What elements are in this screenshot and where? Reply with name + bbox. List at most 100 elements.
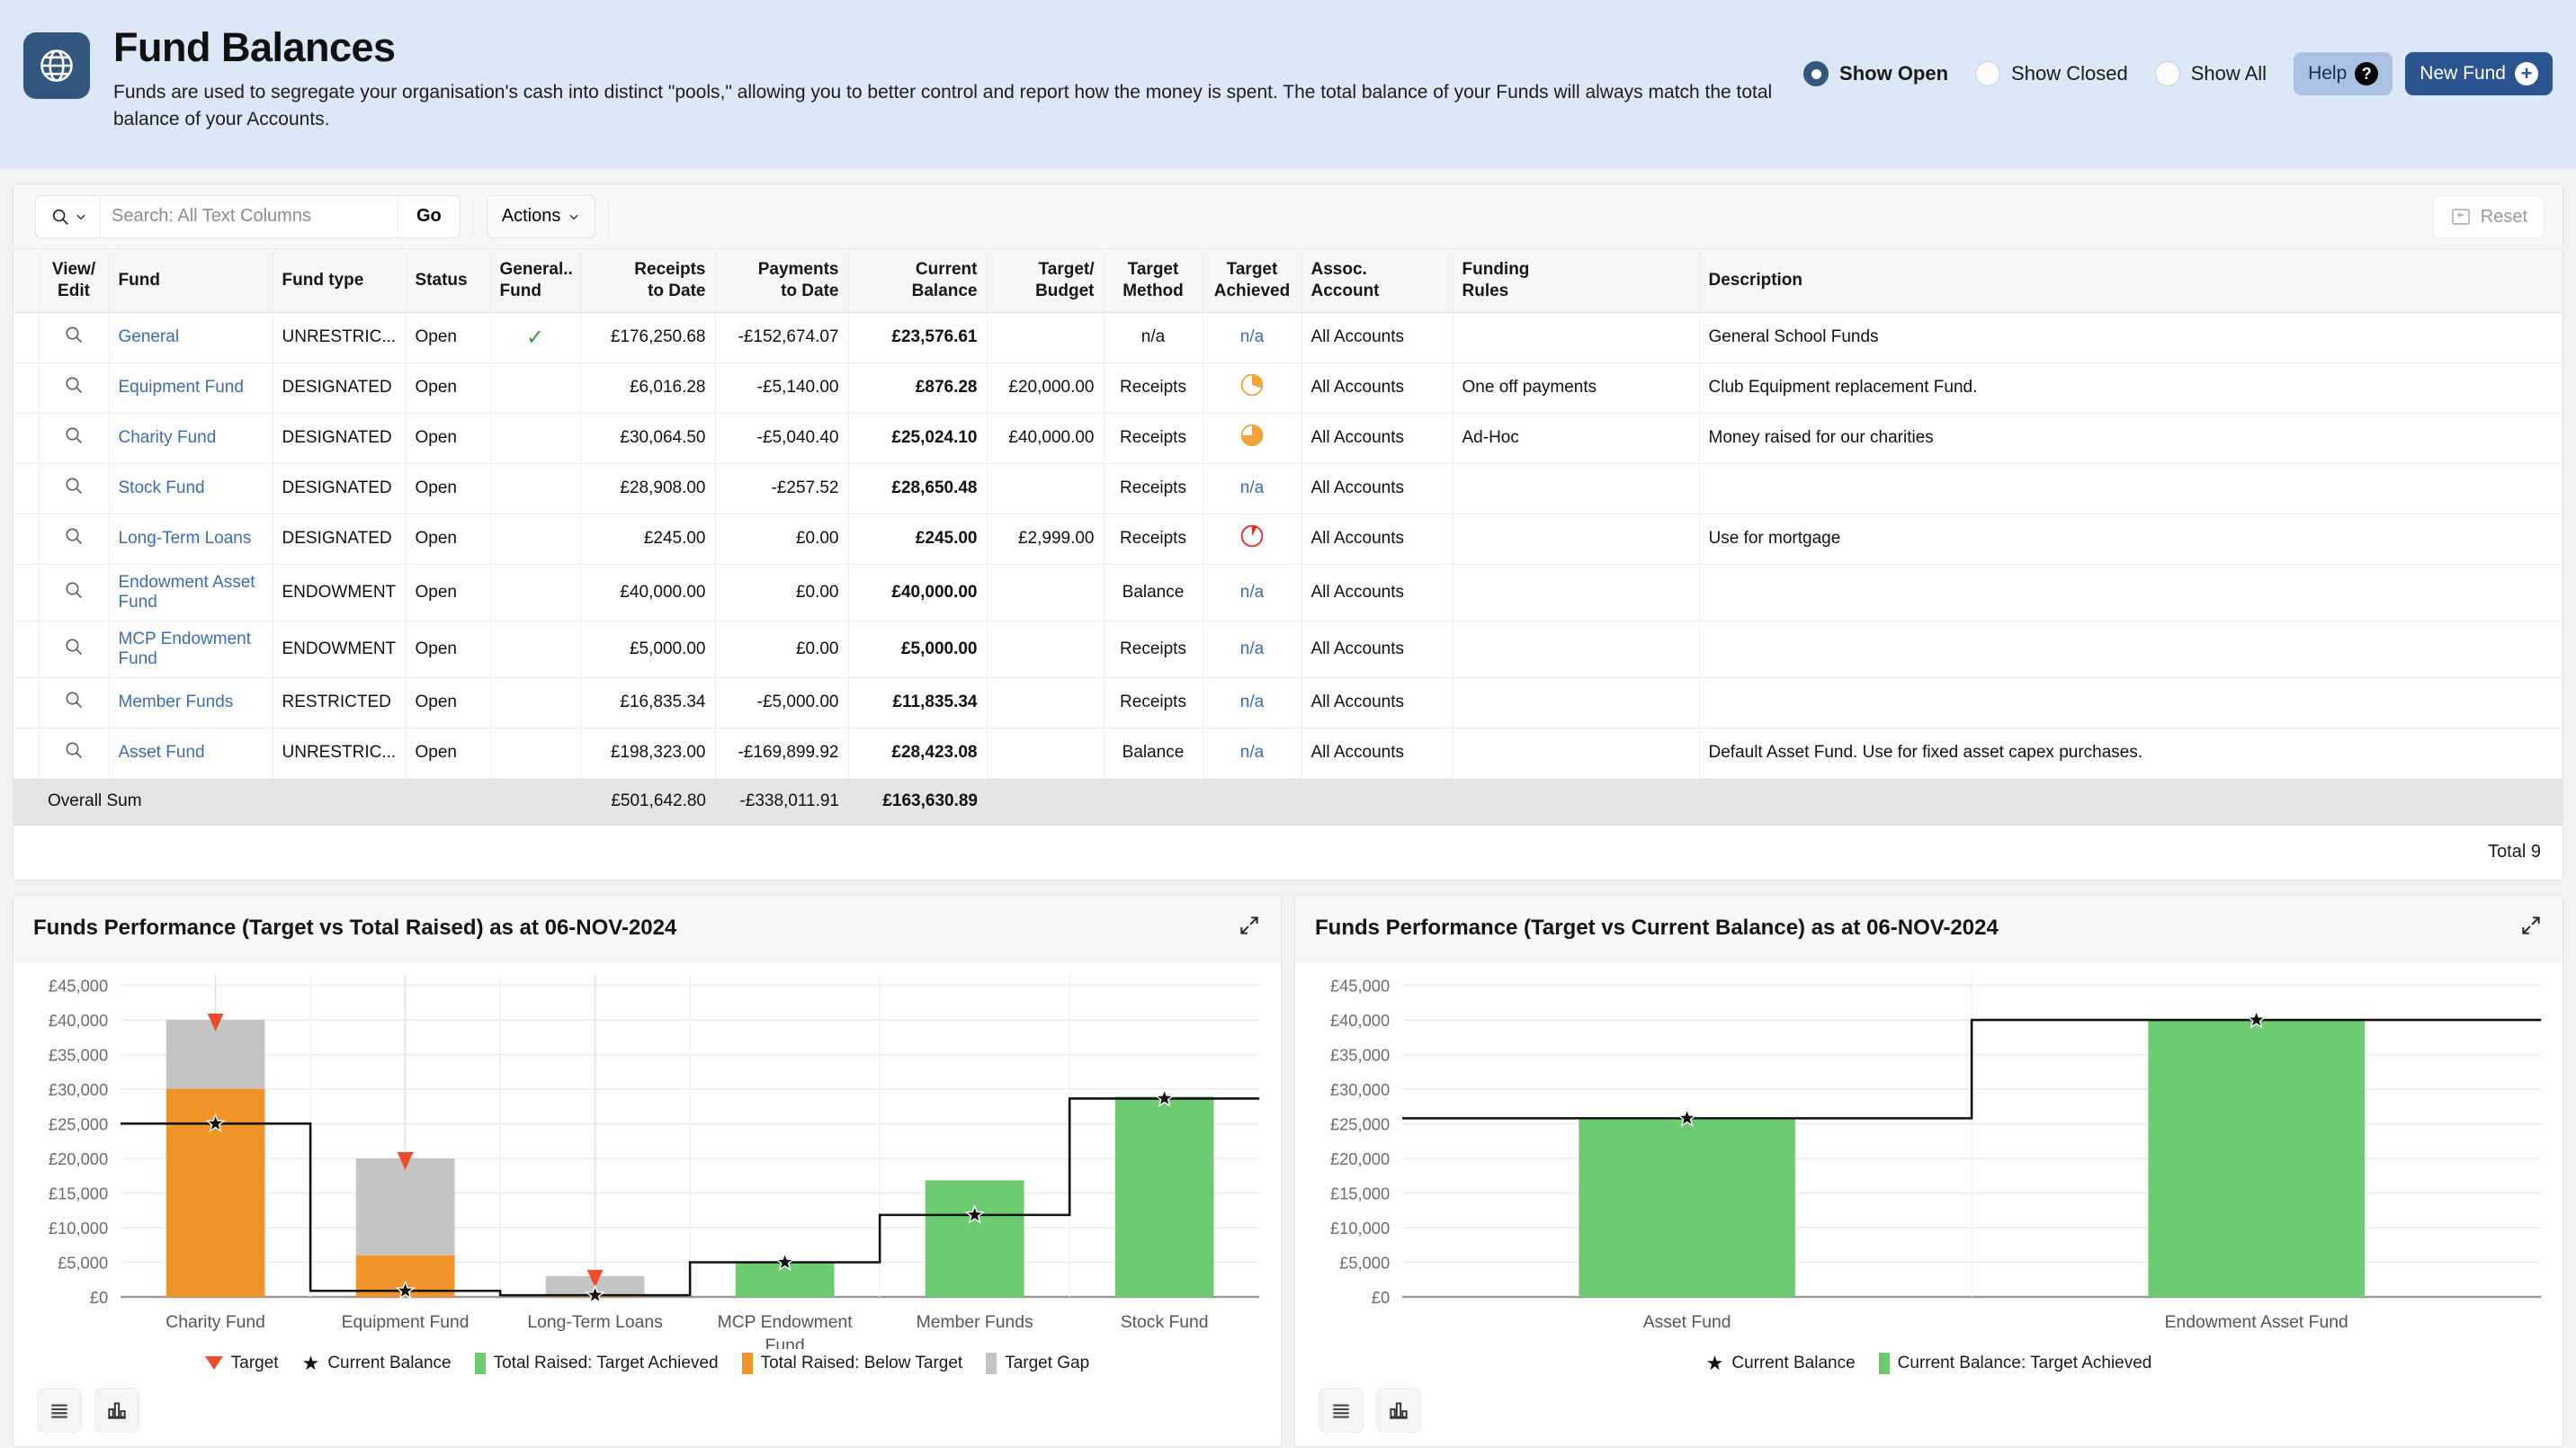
magnifier-icon[interactable] [63,475,85,496]
view-edit-cell[interactable] [39,362,110,414]
view-edit-cell[interactable] [39,514,110,565]
table-row: MCP Endowment Fund ENDOWMENT Open £5,000.00… [13,621,2563,678]
radio-show-all[interactable]: Show All [2154,61,2267,86]
fund-link[interactable]: Member Funds [119,693,234,711]
radio-indicator-open[interactable] [1803,61,1829,86]
legend-item[interactable]: Total Raised: Target Achieved [474,1352,719,1374]
bar-chart-icon[interactable] [1376,1387,1421,1433]
th-funding-rules[interactable]: Funding Rules [1453,249,1700,313]
magnifier-icon[interactable] [63,374,85,396]
fund-cell[interactable]: Member Funds [109,677,273,728]
target-achieved-cell[interactable]: n/a [1203,621,1302,678]
th-description[interactable]: Description [1699,249,2563,313]
fund-cell[interactable]: General [109,312,273,363]
th-target-budget[interactable]: Target/ Budget [987,249,1105,313]
view-edit-cell[interactable] [39,312,110,363]
expand-icon[interactable] [1238,914,1261,943]
target-achieved-cell[interactable]: n/a [1203,312,1302,363]
fund-cell[interactable]: Equipment Fund [109,362,273,414]
fund-cell[interactable]: Stock Fund [109,463,273,514]
fund-link[interactable]: General [119,327,180,346]
view-edit-cell[interactable] [39,677,110,728]
search-column-dropdown[interactable] [36,195,101,237]
fund-link[interactable]: Charity Fund [119,428,217,447]
fund-link[interactable]: Long-Term Loans [119,529,252,548]
magnifier-icon[interactable] [63,425,85,446]
new-fund-button[interactable]: New Fund + [2405,52,2553,95]
magnifier-icon[interactable] [63,739,85,761]
th-view-edit[interactable]: View/ Edit [39,249,110,313]
fund-type-cell: DESIGNATED [273,413,407,464]
fund-cell[interactable]: Charity Fund [109,413,273,464]
th-current-balance[interactable]: Current Balance [848,249,988,313]
view-edit-cell[interactable] [39,413,110,464]
fund-cell[interactable]: Long-Term Loans [109,514,273,565]
view-edit-cell[interactable] [39,564,110,621]
th-assoc-account[interactable]: Assoc. Account [1301,249,1453,313]
th-fund-type[interactable]: Fund type [273,249,407,313]
legend-item[interactable]: Current Balance: Target Achieved [1878,1352,2151,1374]
target-achieved-cell[interactable]: n/a [1203,564,1302,621]
target-achieved-na[interactable]: n/a [1240,478,1264,497]
th-target-achieved[interactable]: Target Achieved [1203,249,1302,313]
magnifier-icon[interactable] [63,636,85,657]
fund-link[interactable]: Asset Fund [119,743,205,762]
magnifier-icon[interactable] [63,579,85,601]
legend-item[interactable]: Target Gap [986,1352,1089,1374]
bar-chart-icon[interactable] [94,1387,139,1433]
th-payments-to-date[interactable]: Payments to Date [715,249,849,313]
chart-footer-right [1295,1374,2563,1446]
legend-item[interactable]: ★ Current Balance [1706,1353,1856,1373]
search-go-button[interactable]: Go [398,195,460,237]
target-achieved-na[interactable]: n/a [1240,327,1264,346]
target-achieved-na[interactable]: n/a [1240,583,1264,602]
general-fund-cell: ✓ [490,312,581,363]
actions-button[interactable]: Actions [486,194,596,238]
th-receipts-to-date[interactable]: Receipts to Date [580,249,716,313]
target-achieved-na[interactable]: n/a [1240,743,1264,762]
expand-icon[interactable] [2519,914,2543,943]
fund-link[interactable]: MCP Endowment Fund [119,630,252,668]
description-cell: General School Funds [1699,312,2563,363]
radio-indicator-all[interactable] [2154,61,2180,86]
view-edit-cell[interactable] [39,728,110,779]
radio-show-closed[interactable]: Show Closed [1975,61,2128,86]
radio-indicator-closed[interactable] [1975,61,2001,86]
target-achieved-cell[interactable]: n/a [1203,728,1302,779]
target-achieved-na[interactable]: n/a [1240,693,1264,711]
target-achieved-cell[interactable]: n/a [1203,677,1302,728]
target-achieved-na[interactable]: n/a [1240,639,1264,658]
list-view-icon[interactable] [1319,1387,1364,1433]
view-edit-cell[interactable] [39,621,110,678]
help-button[interactable]: Help ? [2294,52,2393,95]
legend-item[interactable]: Target [204,1354,279,1373]
new-fund-label: New Fund [2419,63,2506,84]
th-target-method[interactable]: Target Method [1104,249,1203,313]
svg-text:£40,000: £40,000 [1330,1010,1390,1029]
radio-show-open[interactable]: Show Open [1803,61,1948,86]
fund-link[interactable]: Stock Fund [119,478,205,497]
magnifier-icon[interactable] [63,689,85,711]
fund-cell[interactable]: MCP Endowment Fund [109,621,273,678]
receipts-cell: £28,908.00 [580,463,716,514]
magnifier-icon[interactable] [63,324,85,345]
description-cell [1699,564,2563,621]
view-edit-cell[interactable] [39,463,110,514]
list-view-icon[interactable] [37,1387,82,1433]
target-achieved-cell[interactable]: n/a [1203,463,1302,514]
magnifier-icon[interactable] [63,525,85,547]
legend-item[interactable]: Total Raised: Below Target [741,1352,962,1374]
fund-cell[interactable]: Endowment Asset Fund [109,564,273,621]
fund-link[interactable]: Equipment Fund [119,378,244,397]
charts-row: Funds Performance (Target vs Total Raise… [13,894,2563,1447]
th-general-fund[interactable]: General.. Fund [490,249,581,313]
fund-cell[interactable]: Asset Fund [109,728,273,779]
svg-text:£0: £0 [90,1287,108,1306]
fund-link[interactable]: Endowment Asset Fund [119,573,255,612]
general-fund-cell [490,621,581,678]
th-status[interactable]: Status [406,249,491,313]
search-input[interactable] [101,195,398,237]
reset-button[interactable]: Reset [2432,195,2545,238]
legend-item[interactable]: ★ Current Balance [302,1353,452,1373]
th-fund[interactable]: Fund [109,249,273,313]
